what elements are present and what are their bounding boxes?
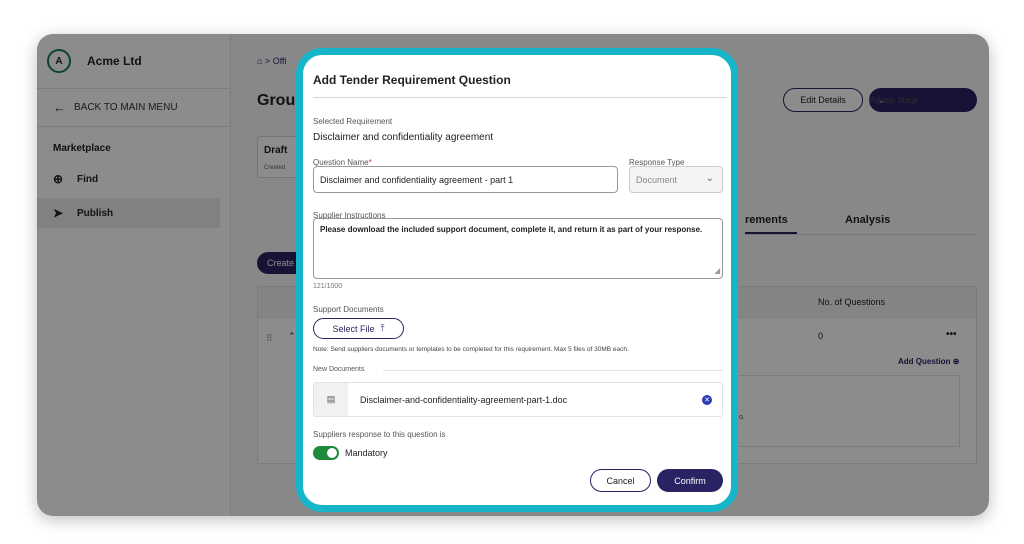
mandatory-label: Mandatory: [345, 448, 388, 458]
add-question-dialog: Add Tender Requirement Question Selected…: [296, 48, 738, 512]
response-requirement-label: Suppliers response to this question is: [313, 430, 446, 439]
supplier-instructions-text: Please download the included support doc…: [320, 225, 703, 234]
cancel-button[interactable]: Cancel: [590, 469, 651, 492]
chevron-down-icon: ⌄: [705, 173, 714, 184]
resize-handle-icon[interactable]: ◢: [715, 266, 720, 277]
document-name: Disclaimer-and-confidentiality-agreement…: [360, 394, 568, 405]
response-type-select[interactable]: Document ⌄: [629, 166, 723, 193]
divider: [383, 370, 723, 371]
response-type-value: Document: [636, 175, 678, 185]
upload-icon: ⤒: [380, 323, 385, 333]
mandatory-toggle[interactable]: [313, 446, 339, 460]
select-file-button[interactable]: Select File ⤒: [313, 318, 404, 339]
divider: [313, 97, 727, 98]
support-documents-label: Support Documents: [313, 305, 384, 314]
confirm-button[interactable]: Confirm: [657, 469, 723, 492]
question-name-input[interactable]: Disclaimer and confidentiality agreement…: [313, 166, 618, 193]
select-file-label: Select File: [332, 323, 375, 334]
supplier-instructions-textarea[interactable]: Please download the included support doc…: [313, 218, 723, 279]
dialog-title: Add Tender Requirement Question: [313, 73, 511, 87]
character-counter: 121/1000: [313, 283, 343, 290]
file-icon: ▤: [314, 383, 348, 416]
selected-requirement-label: Selected Requirement: [313, 117, 393, 126]
remove-document-icon[interactable]: ✕: [702, 394, 712, 405]
upload-note: Note: Send suppliers documents or templa…: [313, 346, 629, 353]
document-item: ▤ Disclaimer-and-confidentiality-agreeme…: [313, 382, 723, 417]
new-documents-label: New Documents: [313, 366, 365, 373]
toggle-knob: [327, 448, 337, 458]
selected-requirement-value: Disclaimer and confidentiality agreement: [313, 132, 494, 143]
